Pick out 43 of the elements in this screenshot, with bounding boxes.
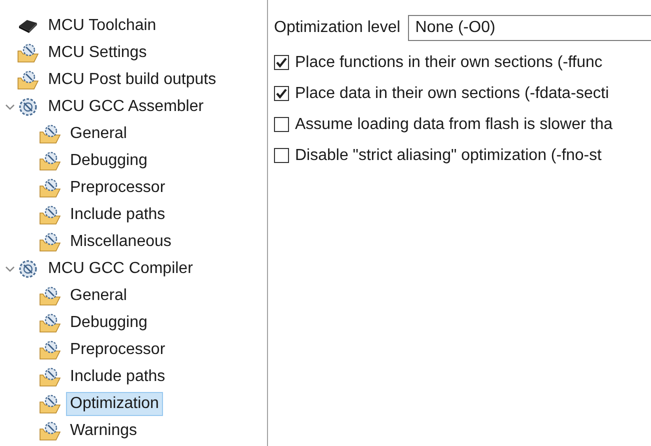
checkbox[interactable]: [274, 117, 289, 132]
folder-gear-icon: [39, 150, 61, 170]
tree-item[interactable]: Include paths: [66, 364, 170, 388]
tree-item[interactable]: Optimization: [66, 392, 163, 416]
folder-gear-icon: [39, 312, 61, 332]
tree-item[interactable]: MCU GCC Compiler: [44, 256, 197, 280]
gear-icon: [17, 96, 39, 116]
tree-item[interactable]: Debugging: [66, 310, 152, 334]
folder-gear-icon: [39, 286, 61, 306]
folder-gear-icon: [39, 178, 61, 198]
checkbox[interactable]: [274, 55, 289, 70]
tree-item[interactable]: Preprocessor: [66, 176, 170, 200]
folder-gear-icon: [39, 124, 61, 144]
gear-icon: [17, 258, 39, 278]
tree-item[interactable]: MCU Settings: [44, 40, 151, 64]
option-label: Assume loading data from flash is slower tha: [295, 116, 612, 134]
checkbox[interactable]: [274, 86, 289, 101]
option-label: Place data in their own sections (-fdata-secti: [295, 84, 609, 102]
tree-item[interactable]: Include paths: [66, 202, 170, 226]
folder-gear-icon: [39, 366, 61, 386]
chevron-icon[interactable]: [5, 264, 15, 274]
folder-gear-icon: [39, 204, 61, 224]
optimization-level-dropdown[interactable]: None (-O0): [408, 15, 651, 41]
tree-item[interactable]: Warnings: [66, 418, 141, 442]
tree-item[interactable]: General: [66, 122, 131, 146]
tree-item[interactable]: MCU Toolchain: [44, 14, 160, 38]
folder-gear-icon: [39, 394, 61, 414]
folder-gear-icon: [39, 340, 61, 360]
tree-item[interactable]: MCU GCC Assembler: [44, 94, 208, 118]
folder-gear-icon: [39, 420, 61, 440]
tree-item[interactable]: Preprocessor: [66, 338, 170, 362]
folder-gear-icon: [17, 42, 39, 62]
checkbox[interactable]: [274, 148, 289, 163]
folder-gear-icon: [17, 70, 39, 90]
optimization-level-label: Optimization level: [274, 19, 400, 37]
option-label: Place functions in their own sections (-ffunc: [295, 54, 602, 72]
folder-gear-icon: [39, 232, 61, 252]
chevron-icon[interactable]: [5, 102, 15, 112]
option-label: Disable "strict aliasing" optimization (-fno-st: [295, 146, 602, 164]
tree-item[interactable]: General: [66, 284, 131, 308]
tree-item[interactable]: Debugging: [66, 148, 152, 172]
tree-item[interactable]: MCU Post build outputs: [44, 68, 220, 92]
tree-item[interactable]: Miscellaneous: [66, 230, 176, 254]
